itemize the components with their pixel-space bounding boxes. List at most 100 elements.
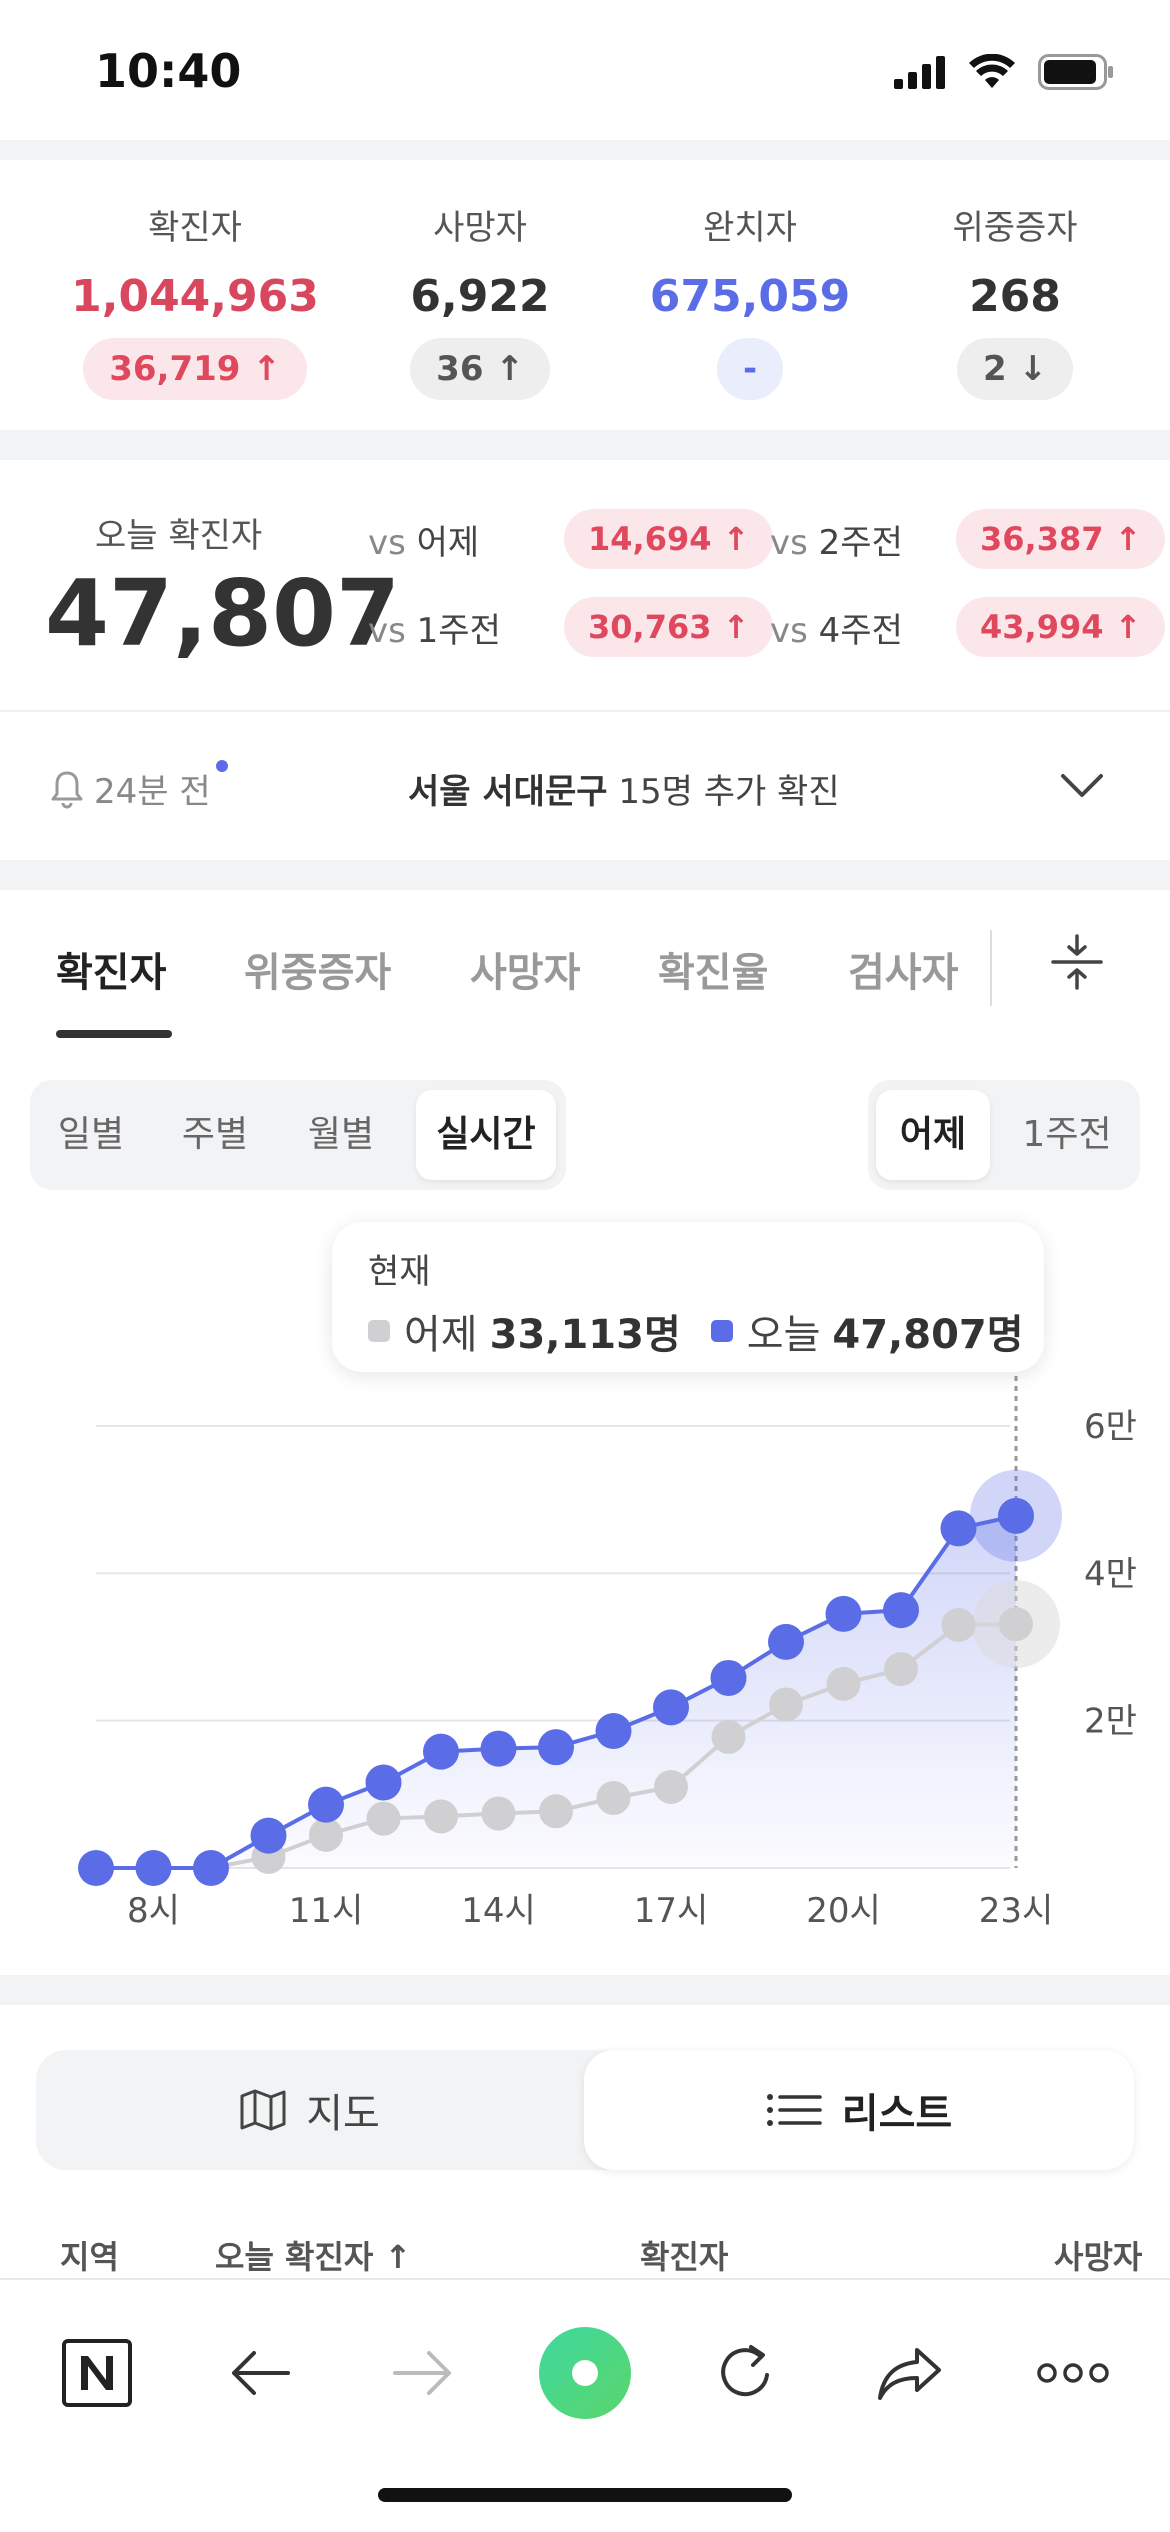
vs-badge: 36,387 ↑: [956, 509, 1166, 569]
summary-value: 6,922: [410, 271, 550, 322]
point-today: [135, 1850, 172, 1886]
wifi-icon: [969, 54, 1015, 88]
tab-deaths[interactable]: 사망자: [470, 940, 580, 998]
today-label: 오늘 확진자: [95, 516, 263, 556]
tab-confirmed[interactable]: 확진자: [56, 940, 166, 998]
list-header: 지역 오늘 확진자 ↑ 확진자 사망자: [0, 2220, 1170, 2280]
col-today[interactable]: 오늘 확진자 ↑: [215, 2232, 411, 2278]
point-today: [538, 1729, 574, 1766]
point-today: [653, 1689, 689, 1726]
section-gap: [0, 860, 1170, 890]
tab-underline: [56, 1030, 172, 1038]
point-yesterday: [826, 1666, 861, 1701]
point-today: [193, 1850, 229, 1886]
point-yesterday: [941, 1607, 976, 1642]
summary-change-badge: 2 ↓: [957, 338, 1073, 400]
summary-critical: 위중증자 268 2 ↓: [885, 200, 1145, 400]
point-yesterday: [769, 1687, 803, 1722]
more-icon: [1037, 2363, 1109, 2383]
y-tick-label: 2만: [1084, 1702, 1137, 1742]
period-realtime[interactable]: 실시간: [416, 1090, 556, 1180]
summary-confirmed: 확진자 1,044,963 36,719 ↑: [65, 200, 325, 400]
map-view-label: 지도: [306, 2091, 380, 2137]
period-daily[interactable]: 일별: [36, 1090, 146, 1180]
today-panel: 오늘 확진자 47,807 vs 어제 14,694 ↑ vs 2주전 36,3…: [0, 460, 1170, 706]
col-region[interactable]: 지역: [60, 2232, 119, 2278]
unread-dot: [216, 760, 228, 772]
realtime-line-chart: 2만 4만 6만 8시 11시 14시 17시 20시 23시: [78, 1366, 1137, 1930]
tab-tests[interactable]: 검사자: [848, 940, 958, 998]
summary-label: 사망자: [433, 208, 527, 248]
compare-1week[interactable]: 1주전: [1004, 1090, 1130, 1180]
tab-positive-rate[interactable]: 확진율: [658, 940, 768, 998]
summary-change-badge: -: [716, 338, 784, 400]
point-yesterday: [654, 1769, 688, 1804]
compare-yesterday[interactable]: 어제: [876, 1090, 990, 1180]
col-confirmed[interactable]: 확진자: [640, 2232, 728, 2278]
home-button[interactable]: [42, 2318, 152, 2428]
share-icon: [878, 2348, 941, 2400]
summary-value: 675,059: [649, 271, 851, 322]
vs-label: 4주전: [818, 610, 903, 651]
reload-button[interactable]: [690, 2318, 800, 2428]
reload-icon: [721, 2345, 769, 2397]
back-button[interactable]: [205, 2318, 315, 2428]
green-dot-button[interactable]: [530, 2318, 640, 2428]
x-tick-label: 17시: [634, 1891, 709, 1930]
point-yesterday: [884, 1652, 918, 1687]
status-icons: [894, 54, 1114, 90]
period-weekly[interactable]: 주별: [160, 1090, 270, 1180]
chevron-down-icon[interactable]: [1060, 772, 1104, 800]
forward-button[interactable]: [368, 2318, 478, 2428]
vs-prefix: vs: [368, 610, 406, 651]
summary-value: 268: [969, 271, 1061, 322]
tooltip-yesterday-value: 33,113명: [489, 1312, 681, 1358]
map-view-button[interactable]: 지도: [36, 2050, 584, 2170]
y-tick-label: 6만: [1084, 1407, 1137, 1447]
settings-sliders-icon[interactable]: [1050, 932, 1104, 992]
vs-label: 어제: [416, 522, 480, 563]
point-yesterday: [539, 1794, 573, 1829]
point-today: [595, 1712, 632, 1749]
vs-prefix: vs: [770, 610, 808, 651]
vs-badge: 30,763 ↑: [564, 597, 774, 657]
col-deaths[interactable]: 사망자: [1054, 2232, 1142, 2278]
summary-panel: 확진자 1,044,963 36,719 ↑ 사망자 6,922 36 ↑ 완치…: [0, 160, 1170, 430]
tooltip-yesterday-label: 어제: [404, 1312, 478, 1358]
y-tick-label: 4만: [1084, 1554, 1137, 1594]
status-bar: 10:40: [0, 0, 1170, 140]
tab-critical[interactable]: 위중증자: [244, 940, 391, 998]
more-button[interactable]: [1018, 2318, 1128, 2428]
point-today: [480, 1730, 517, 1767]
compare-selector: 어제 1주전: [868, 1080, 1140, 1190]
summary-change-badge: 36 ↑: [410, 338, 550, 400]
point-today: [308, 1786, 344, 1823]
point-yesterday: [424, 1799, 458, 1834]
vs-label: 2주전: [818, 522, 903, 563]
vs-prefix: vs: [368, 522, 406, 563]
summary-deaths: 사망자 6,922 36 ↑: [350, 200, 610, 400]
summary-change-badge: 36,719 ↑: [83, 338, 307, 400]
point-today: [768, 1623, 804, 1660]
list-view-button[interactable]: 리스트: [584, 2050, 1134, 2170]
category-tabs: 확진자 위중증자 사망자 확진율 검사자: [0, 890, 1170, 1040]
section-gap: [0, 1975, 1170, 2005]
today-value: 47,807: [45, 560, 401, 667]
x-tick-label: 11시: [289, 1891, 364, 1930]
point-today: [710, 1659, 747, 1696]
vs-1week: vs 1주전 30,763 ↑: [368, 596, 774, 658]
period-monthly[interactable]: 월별: [286, 1090, 396, 1180]
point-today: [78, 1850, 114, 1886]
point-yesterday: [309, 1817, 343, 1852]
notice-time-text: 24분 전: [94, 772, 211, 812]
x-tick-label: 8시: [127, 1891, 180, 1930]
share-button[interactable]: [855, 2318, 965, 2428]
map-icon: [240, 2089, 286, 2131]
notice-bar[interactable]: 24분 전 서울 서대문구 15명 추가 확진: [0, 710, 1170, 860]
point-today: [365, 1764, 402, 1801]
x-tick-label: 20시: [806, 1891, 881, 1930]
section-gap: [0, 430, 1170, 460]
vs-yesterday: vs 어제 14,694 ↑: [368, 508, 774, 570]
status-time: 10:40: [95, 44, 242, 98]
tooltip-today-label: 오늘: [746, 1312, 821, 1358]
